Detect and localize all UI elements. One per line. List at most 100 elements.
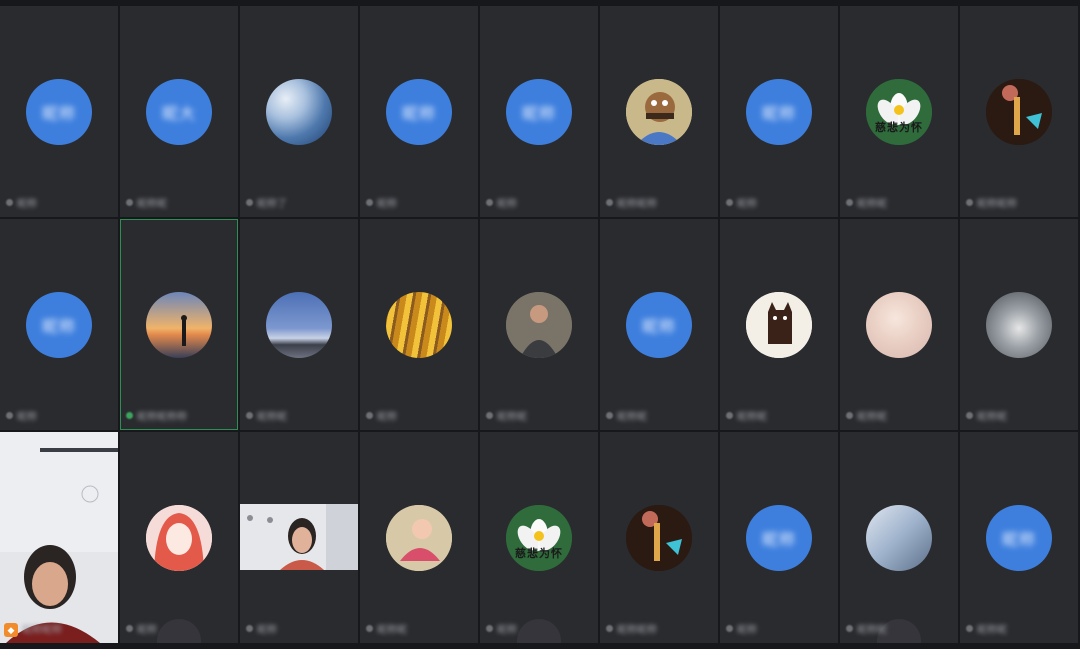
host-badge-icon: ◆ [4, 623, 18, 637]
participant-name-bar: 昵称 [486, 621, 517, 636]
participant-tile[interactable]: 昵称 昵称昵 [960, 432, 1078, 643]
participant-name: 昵称昵称 [977, 199, 1017, 210]
participant-name-bar: 昵称昵 [246, 408, 287, 423]
mic-icon [246, 625, 253, 632]
mic-icon [966, 199, 973, 206]
participant-tile[interactable]: 昵称昵称 [600, 432, 718, 643]
participant-name: 昵称昵 [137, 199, 167, 210]
participant-tile[interactable]: 昵称昵 [360, 432, 478, 643]
participant-name-bar: 昵称 [126, 621, 157, 636]
mic-icon [606, 199, 613, 206]
avatar: 昵称 [386, 78, 452, 145]
participant-name-bar: 昵称昵称 [606, 195, 657, 210]
avatar: 昵称 [26, 291, 92, 358]
avatar: 昵大 [146, 78, 212, 145]
camera-video [0, 432, 118, 643]
participant-tile[interactable]: 昵称 [360, 219, 478, 430]
participant-name: 昵称 [137, 625, 157, 636]
mic-icon [606, 625, 613, 632]
mic-icon [606, 412, 613, 419]
avatar [986, 78, 1052, 145]
participant-tile[interactable]: 昵称昵 [480, 219, 598, 430]
avatar-overlay-text: 慈悲为怀 [515, 547, 563, 560]
participant-name-bar: 昵称了 [246, 195, 287, 210]
participant-tile[interactable]: 昵称 昵称 [360, 6, 478, 217]
participant-name-bar: 昵称昵 [366, 621, 407, 636]
participant-video-tile[interactable]: ◆ 昵称昵称 [0, 432, 118, 643]
anime-avatar-icon [146, 504, 212, 571]
participant-name-bar: 昵称昵 [846, 621, 887, 636]
participant-name: 昵称 [17, 412, 37, 423]
participant-name: 昵称昵称 [617, 625, 657, 636]
avatar [866, 504, 932, 571]
participant-tile[interactable]: 昵大 昵称昵 [120, 6, 238, 217]
participant-name: 昵称 [497, 199, 517, 210]
participant-tile[interactable]: 昵称 [120, 432, 238, 643]
participant-name-bar: 昵称 [246, 621, 277, 636]
mic-icon [366, 199, 373, 206]
lotus-icon [506, 504, 572, 571]
participant-tile[interactable]: 昵称 昵称昵 [600, 219, 718, 430]
girl-avatar-icon [386, 504, 452, 571]
mic-icon [486, 625, 493, 632]
participant-tile[interactable]: 昵称了 [240, 6, 358, 217]
person-video-icon [0, 432, 118, 643]
participant-name: 昵称昵称 [617, 199, 657, 210]
participant-tile[interactable]: 慈悲为怀 昵称 [480, 432, 598, 643]
mic-icon [966, 625, 973, 632]
participant-tile[interactable]: 慈悲为怀 昵称昵 [840, 6, 958, 217]
participant-name-bar: 昵称昵 [966, 621, 1007, 636]
toy-icon [986, 78, 1052, 145]
participant-tile[interactable]: 昵称昵 [960, 219, 1078, 430]
participant-name: 昵称昵称 [22, 625, 62, 636]
participant-name: 昵称 [737, 625, 757, 636]
participant-name: 昵称昵 [977, 625, 1007, 636]
avatar [146, 291, 212, 358]
participant-tile[interactable]: 昵称 昵称 [480, 6, 598, 217]
participant-tile[interactable]: 昵称昵 [720, 219, 838, 430]
participant-tile[interactable]: 昵称昵 [240, 219, 358, 430]
avatar-peek [157, 619, 201, 643]
mic-icon [6, 412, 13, 419]
avatar: 昵称 [26, 78, 92, 145]
avatar: 昵称 [506, 78, 572, 145]
mic-icon [846, 412, 853, 419]
avatar: 昵称 [986, 504, 1052, 571]
participant-tile-active-speaker[interactable]: 昵称昵称称 [120, 219, 238, 430]
participant-tile[interactable]: 昵称昵称 [960, 6, 1078, 217]
participant-name-bar: 昵称 [6, 408, 37, 423]
participant-tile[interactable]: 昵称 昵称 [720, 6, 838, 217]
mic-icon [6, 199, 13, 206]
participant-name: 昵称昵 [377, 625, 407, 636]
participant-tile[interactable]: 昵称昵 [840, 219, 958, 430]
avatar-overlay-text: 慈悲为怀 [875, 121, 923, 134]
mic-icon [726, 625, 733, 632]
mic-icon [366, 412, 373, 419]
participant-name: 昵称 [377, 199, 397, 210]
avatar [146, 504, 212, 571]
participant-name-bar: 昵称昵 [846, 408, 887, 423]
avatar: 昵称 [626, 291, 692, 358]
participant-tile[interactable]: 昵称 昵称 [0, 6, 118, 217]
participant-name: 昵称昵 [857, 625, 887, 636]
mic-icon [126, 412, 133, 419]
participant-name: 昵称 [377, 412, 397, 423]
participant-name: 昵称昵 [497, 412, 527, 423]
mic-icon [726, 199, 733, 206]
camera-video [240, 504, 358, 570]
mic-icon [126, 199, 133, 206]
participant-name-bar: 昵称昵称称 [126, 408, 187, 423]
participant-name-bar: 昵称昵 [966, 408, 1007, 423]
participant-tile[interactable]: 昵称 昵称 [720, 432, 838, 643]
participant-name-bar: 昵称昵称 [22, 621, 62, 636]
participant-tile[interactable]: 昵称昵称 [600, 6, 718, 217]
participant-name: 昵称 [497, 625, 517, 636]
mic-icon [846, 199, 853, 206]
participant-name: 昵称昵 [737, 412, 767, 423]
participant-tile[interactable]: 昵称昵 [840, 432, 958, 643]
participant-name: 昵称 [737, 199, 757, 210]
participant-video-tile[interactable]: 昵称 [240, 432, 358, 643]
participant-name: 昵称 [257, 625, 277, 636]
participant-tile[interactable]: 昵称 昵称 [0, 219, 118, 430]
avatar [746, 291, 812, 358]
